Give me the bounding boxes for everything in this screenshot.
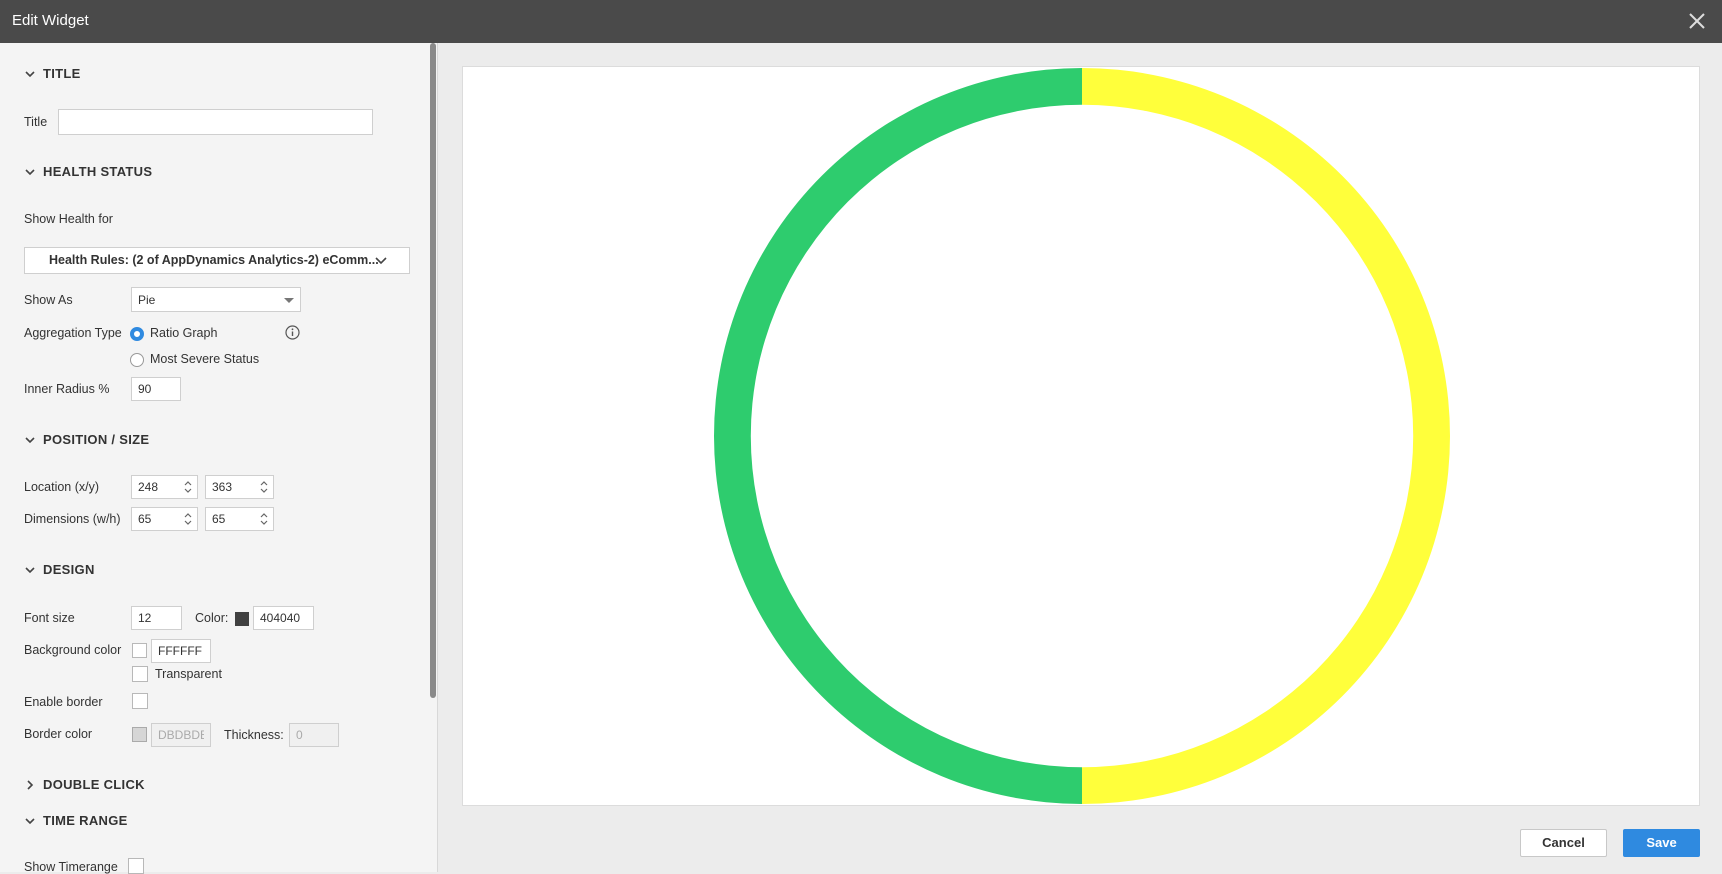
ratio-graph-label: Ratio Graph: [150, 326, 218, 340]
show-as-select[interactable]: Pie: [131, 287, 301, 312]
section-double-click-toggle[interactable]: DOUBLE CLICK: [24, 777, 145, 792]
font-size-input[interactable]: [131, 606, 182, 630]
inner-radius-input[interactable]: [131, 377, 181, 401]
most-severe-status-label: Most Severe Status: [150, 352, 260, 366]
spinner-arrows-icon[interactable]: [259, 479, 269, 495]
section-health-status-label: HEALTH STATUS: [43, 164, 153, 179]
dimensions-h-input[interactable]: 65: [205, 507, 274, 531]
dialog-title: Edit Widget: [12, 12, 89, 29]
color-label: Color:: [195, 611, 229, 625]
background-color-swatch[interactable]: [132, 643, 147, 658]
settings-scrollbar[interactable]: [430, 43, 436, 698]
transparent-checkbox[interactable]: [132, 666, 148, 682]
chevron-down-icon: [25, 70, 35, 77]
spinner-arrows-icon[interactable]: [259, 511, 269, 527]
font-size-label: Font size: [24, 611, 75, 625]
dialog-titlebar: Edit Widget: [0, 0, 1722, 43]
transparent-label: Transparent: [155, 667, 222, 681]
health-rules-selector[interactable]: Health Rules: (2 of AppDynamics Analytic…: [24, 247, 410, 274]
location-label: Location (x/y): [24, 480, 100, 494]
section-position-size-label: POSITION / SIZE: [43, 432, 150, 447]
thickness-label: Thickness:: [224, 728, 284, 742]
background-color-input[interactable]: [151, 639, 211, 663]
background-color-label: Background color: [24, 643, 122, 657]
title-label: Title: [24, 115, 48, 129]
show-as-value: Pie: [138, 293, 156, 307]
dropdown-arrow-icon: [284, 298, 294, 303]
border-color-label: Border color: [24, 727, 93, 741]
border-color-input: [151, 723, 211, 747]
cancel-button[interactable]: Cancel: [1520, 829, 1607, 857]
chevron-down-icon: [25, 817, 35, 824]
chevron-down-icon: [25, 436, 35, 443]
section-design-label: DESIGN: [43, 562, 95, 577]
pie-slice-0: [1082, 68, 1450, 804]
section-title-label: TITLE: [43, 66, 81, 81]
chevron-right-icon: [27, 779, 34, 790]
aggregation-type-label: Aggregation Type: [24, 326, 122, 340]
border-color-swatch: [132, 727, 147, 742]
radio-ratio-graph[interactable]: [130, 327, 144, 341]
dimensions-w-input[interactable]: 65: [131, 507, 198, 531]
chevron-down-icon: [375, 257, 387, 265]
pie-slice-1: [714, 68, 1082, 804]
dimensions-h-value: 65: [212, 512, 226, 526]
section-time-range-label: TIME RANGE: [43, 813, 128, 828]
location-y-value: 363: [212, 480, 233, 494]
radio-most-severe-status[interactable]: [130, 353, 144, 367]
spinner-arrows-icon[interactable]: [183, 511, 193, 527]
enable-border-label: Enable border: [24, 695, 103, 709]
show-as-label: Show As: [24, 293, 73, 307]
info-icon[interactable]: [285, 325, 300, 340]
dimensions-w-value: 65: [138, 512, 152, 526]
health-pie-chart: [714, 68, 1450, 804]
spinner-arrows-icon[interactable]: [183, 479, 193, 495]
health-rules-value: Health Rules: (2 of AppDynamics Analytic…: [49, 253, 379, 267]
chevron-down-icon: [25, 566, 35, 573]
text-color-swatch[interactable]: [235, 612, 249, 626]
dimensions-label: Dimensions (w/h): [24, 512, 121, 526]
widget-preview: [462, 66, 1700, 806]
inner-radius-label: Inner Radius %: [24, 382, 110, 396]
section-double-click-label: DOUBLE CLICK: [43, 777, 145, 792]
section-title-toggle[interactable]: TITLE: [24, 66, 81, 81]
section-time-range-toggle[interactable]: TIME RANGE: [24, 813, 128, 828]
section-health-status-toggle[interactable]: HEALTH STATUS: [24, 164, 152, 179]
enable-border-checkbox[interactable]: [132, 693, 148, 709]
location-y-input[interactable]: 363: [205, 475, 274, 499]
text-color-input[interactable]: [253, 606, 314, 630]
chevron-down-icon: [25, 168, 35, 175]
section-design-toggle[interactable]: DESIGN: [24, 562, 95, 577]
title-input[interactable]: [58, 109, 373, 135]
location-x-input[interactable]: 248: [131, 475, 198, 499]
save-button[interactable]: Save: [1623, 829, 1700, 857]
thickness-input: [289, 723, 339, 747]
show-health-for-label: Show Health for: [24, 212, 113, 226]
location-x-value: 248: [138, 480, 159, 494]
close-icon[interactable]: [1686, 10, 1708, 32]
section-position-size-toggle[interactable]: POSITION / SIZE: [24, 432, 149, 447]
